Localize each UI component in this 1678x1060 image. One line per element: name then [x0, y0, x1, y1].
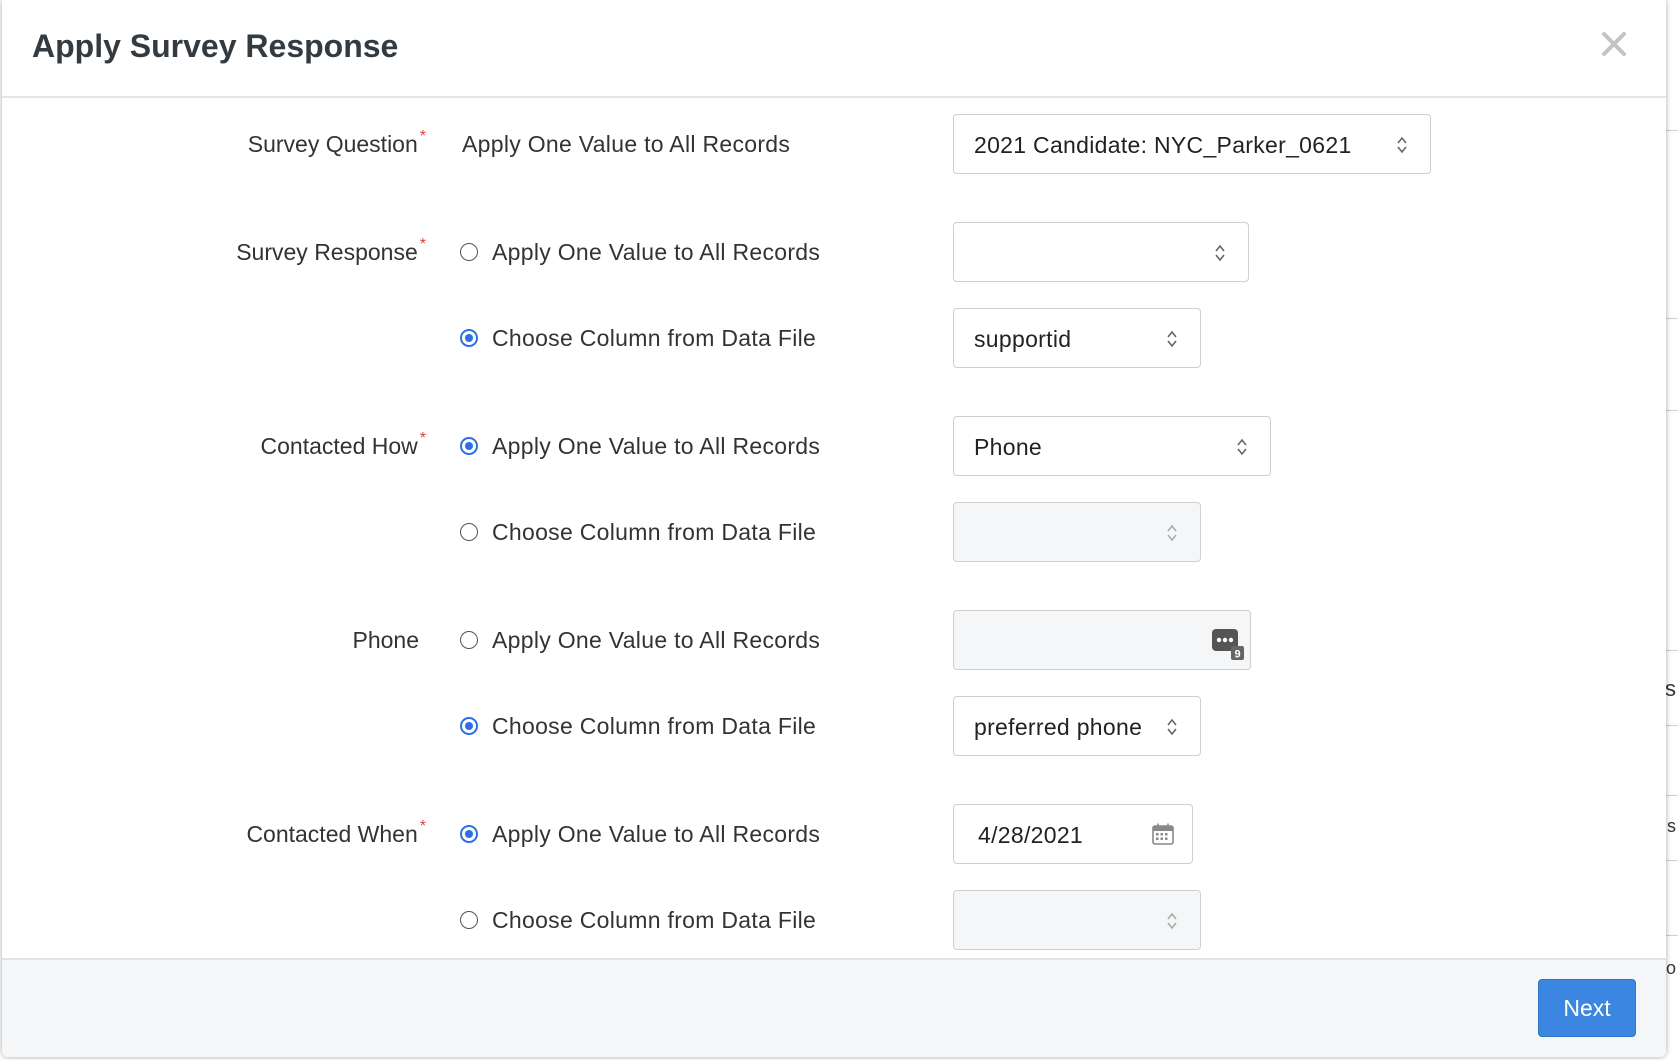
radio-option-label: Choose Column from Data File — [492, 713, 817, 739]
phone-label: Phone — [352, 627, 419, 653]
survey-question-select[interactable]: 2021 Candidate: NYC_Parker_0621 — [953, 114, 1431, 174]
chevron-up-down-icon — [1167, 524, 1177, 542]
contacted-how-apply-row: Contacted How * Apply One Value to All Re… — [2, 416, 1666, 476]
survey-response-column-row: Choose Column from Data File supportid — [2, 308, 1666, 368]
contacted-how-apply-value: Phone — [974, 434, 1043, 460]
required-asterisk: * — [419, 236, 426, 253]
phone-apply-radio[interactable] — [460, 630, 478, 649]
contacted-when-apply-radio-option[interactable]: Apply One Value to All Records — [460, 821, 820, 848]
chevron-up-down-icon — [1215, 244, 1225, 262]
contacted-how-column-select — [953, 502, 1201, 562]
survey-response-apply-select[interactable] — [953, 222, 1249, 282]
survey-question-row: Survey Question * Apply One Value to All … — [2, 114, 1666, 174]
backdrop-divider — [1664, 860, 1678, 861]
survey-question-option-text: Apply One Value to All Records — [462, 131, 791, 157]
survey-response-apply-radio-option[interactable]: Apply One Value to All Records — [460, 239, 820, 266]
chevron-up-down-icon — [1167, 330, 1177, 348]
radio-option-label: Apply One Value to All Records — [492, 433, 821, 459]
phone-apply-row: Phone Apply One Value to All Records 9 — [2, 610, 1666, 670]
phone-apply-radio-option[interactable]: Apply One Value to All Records — [460, 627, 820, 654]
survey-response-apply-row: Survey Response * Apply One Value to All … — [2, 222, 1666, 282]
survey-question-label: Survey Question * — [247, 128, 426, 157]
backdrop-edge-text: o — [1665, 958, 1676, 978]
contacted-when-date-value: 4/28/2021 — [978, 822, 1084, 848]
contacted-how-apply-select[interactable]: Phone — [953, 416, 1271, 476]
phone-column-row: Choose Column from Data File preferred p… — [2, 696, 1666, 756]
chevron-up-down-icon — [1167, 912, 1177, 930]
phone-apply-input: 9 — [953, 610, 1251, 670]
dialog-footer: Next — [2, 958, 1666, 1057]
radio-option-label: Choose Column from Data File — [492, 325, 817, 351]
required-asterisk: * — [419, 818, 426, 835]
contacted-when-label: Contacted When * — [246, 818, 426, 847]
apply-survey-response-dialog: Apply Survey Response Survey Question * A… — [2, 0, 1666, 1057]
survey-response-apply-radio[interactable] — [460, 242, 478, 261]
ellipsis-icon[interactable]: 9 — [1210, 627, 1244, 661]
survey-response-column-radio[interactable] — [460, 328, 478, 347]
phone-column-select[interactable]: preferred phone — [953, 696, 1201, 756]
contacted-when-column-select — [953, 890, 1201, 950]
contacted-when-column-radio-option[interactable]: Choose Column from Data File — [460, 907, 816, 934]
phone-column-radio-option[interactable]: Choose Column from Data File — [460, 713, 816, 740]
contacted-how-column-radio[interactable] — [460, 522, 478, 541]
contacted-when-apply-row: Contacted When * Apply One Value to All R… — [2, 804, 1666, 864]
chevron-up-down-icon — [1167, 718, 1177, 736]
backdrop-divider — [1664, 318, 1678, 319]
calendar-icon[interactable] — [1152, 823, 1174, 845]
radio-option-label: Apply One Value to All Records — [492, 627, 821, 653]
chevron-up-down-icon — [1237, 438, 1247, 456]
radio-option-label: Apply One Value to All Records — [492, 821, 821, 847]
radio-option-label: Choose Column from Data File — [492, 907, 817, 933]
chevron-up-down-icon — [1397, 136, 1407, 154]
next-button[interactable]: Next — [1538, 979, 1636, 1037]
contacted-how-column-row: Choose Column from Data File — [2, 502, 1666, 562]
backdrop-edge-text: s — [1667, 816, 1676, 836]
radio-option-label: Choose Column from Data File — [492, 519, 817, 545]
backdrop-divider — [1664, 935, 1678, 936]
dialog-body: Survey Question * Apply One Value to All … — [2, 98, 1666, 958]
contacted-how-label: Contacted How * — [260, 430, 426, 459]
radio-option-label: Apply One Value to All Records — [492, 239, 821, 265]
dialog-title: Apply Survey Response — [32, 28, 399, 64]
contacted-when-column-row: Choose Column from Data File — [2, 890, 1666, 950]
contacted-how-apply-radio[interactable] — [460, 436, 478, 455]
contacted-how-apply-radio-option[interactable]: Apply One Value to All Records — [460, 433, 820, 460]
required-asterisk: * — [419, 128, 426, 145]
close-icon — [1602, 32, 1626, 56]
survey-response-column-select[interactable]: supportid — [953, 308, 1201, 368]
backdrop-divider — [1664, 725, 1678, 726]
contacted-when-date-input[interactable]: 4/28/2021 — [953, 804, 1193, 864]
dialog-header: Apply Survey Response — [2, 0, 1666, 98]
backdrop-divider — [1664, 130, 1678, 131]
ellipsis-badge-count: 9 — [1234, 649, 1240, 661]
backdrop-edge-text: s — [1665, 676, 1676, 701]
contacted-when-column-radio[interactable] — [460, 910, 478, 929]
survey-question-value: 2021 Candidate: NYC_Parker_0621 — [974, 132, 1352, 158]
backdrop-divider — [1664, 650, 1678, 651]
phone-column-value: preferred phone — [974, 714, 1143, 740]
survey-response-column-radio-option[interactable]: Choose Column from Data File — [460, 325, 816, 352]
close-button[interactable] — [1598, 28, 1630, 60]
survey-response-label: Survey Response * — [236, 236, 426, 265]
survey-response-column-value: supportid — [974, 326, 1072, 352]
required-asterisk: * — [419, 430, 426, 447]
contacted-how-column-radio-option[interactable]: Choose Column from Data File — [460, 519, 816, 546]
phone-column-radio[interactable] — [460, 716, 478, 735]
backdrop-divider — [1664, 795, 1678, 796]
backdrop-divider — [1664, 410, 1678, 411]
contacted-when-apply-radio[interactable] — [460, 824, 478, 843]
